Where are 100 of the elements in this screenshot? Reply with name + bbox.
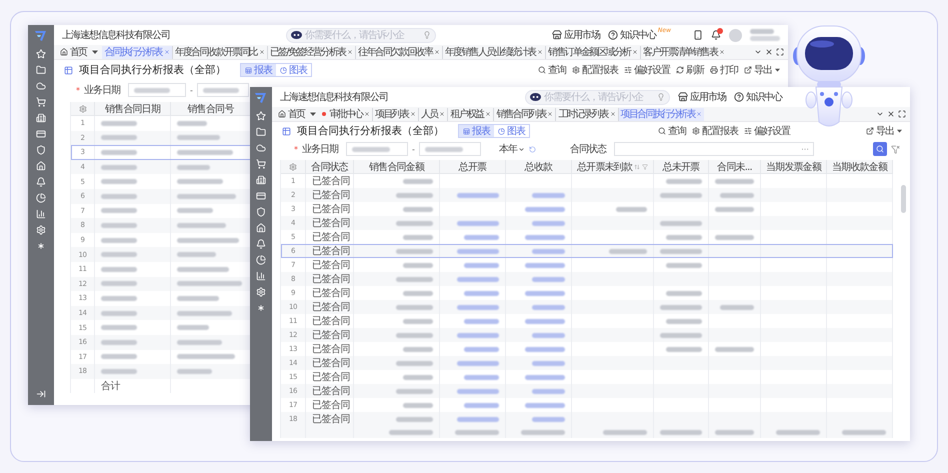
close-icon[interactable] [258, 49, 265, 55]
cloud-icon[interactable] [36, 81, 46, 91]
card-icon[interactable] [36, 129, 46, 139]
assistant-icon [290, 31, 302, 39]
date-field[interactable] [128, 83, 186, 97]
home-icon[interactable] [256, 223, 266, 233]
close-icon[interactable] [364, 111, 370, 117]
export-icon [744, 66, 752, 74]
tab[interactable]: 销售合同列表 [493, 108, 556, 120]
toolbar-button[interactable]: 偏好设置 [744, 124, 790, 138]
close-icon[interactable] [719, 49, 726, 55]
blurred-value [101, 296, 137, 301]
blurred-value [666, 290, 702, 296]
toolbar-button[interactable]: 导出 [744, 63, 780, 77]
bar-chart-icon[interactable] [256, 271, 266, 281]
blurred-value [403, 178, 433, 184]
toolbar-button[interactable]: 导出 [866, 124, 902, 138]
tab[interactable]: 已签/免签经营分析表 [266, 46, 356, 58]
blurred-value [464, 318, 499, 324]
search-button[interactable] [873, 142, 887, 156]
period-dropdown[interactable]: 本年 [498, 142, 525, 156]
chevron-down-icon[interactable] [876, 110, 884, 118]
tab[interactable]: 年度销售人员业绩统计表 [442, 46, 546, 58]
toolbar-button[interactable]: 查询 [658, 124, 686, 138]
tab[interactable]: 人员 [418, 108, 448, 120]
header-link[interactable]: 应用市场 [552, 28, 600, 42]
folder-icon[interactable] [36, 65, 46, 75]
shield-icon[interactable] [256, 207, 266, 217]
close-icon[interactable] [439, 111, 446, 117]
card-icon[interactable] [256, 191, 266, 201]
toolbar-button[interactable]: 打印 [710, 63, 738, 77]
tab[interactable]: 销售订单金额区域分析 [545, 46, 640, 58]
search-field[interactable]: 你需要什么，请告诉小企 [525, 90, 670, 104]
close-icon[interactable] [887, 110, 895, 118]
star-icon[interactable] [256, 111, 266, 121]
blurred-value [603, 430, 647, 434]
toolbar-button[interactable]: 查询 [538, 63, 566, 77]
folder-icon[interactable] [256, 127, 266, 137]
close-icon[interactable] [410, 111, 416, 117]
settings-icon[interactable] [289, 162, 297, 170]
blurred-value [720, 304, 754, 310]
bell-icon[interactable] [711, 30, 721, 40]
scrollbar[interactable] [901, 185, 906, 213]
toolbar-button[interactable]: 刷新 [676, 63, 704, 77]
asterisk-icon[interactable] [36, 241, 46, 251]
close-icon[interactable] [610, 111, 616, 117]
toolbar-button[interactable]: 偏好设置 [624, 63, 670, 77]
close-icon[interactable] [434, 49, 440, 55]
pie-chart-icon[interactable] [256, 255, 266, 265]
close-icon[interactable] [765, 48, 773, 56]
date-field[interactable] [196, 83, 249, 97]
blurred-value [525, 402, 565, 408]
caret-icon[interactable] [92, 49, 98, 55]
tab[interactable]: 租户权益 [447, 108, 494, 120]
asterisk-icon[interactable] [256, 303, 266, 313]
tab[interactable]: 项目列表 [372, 108, 418, 120]
tab[interactable]: 审批中心 [320, 108, 372, 120]
pie-chart-icon[interactable] [36, 193, 46, 203]
date-field[interactable] [346, 142, 408, 156]
alert-dot [322, 112, 326, 116]
home-icon[interactable] [36, 161, 46, 171]
collapse-icon[interactable] [36, 389, 46, 399]
tab[interactable]: 首页 [58, 46, 88, 58]
caret-icon[interactable] [310, 111, 316, 117]
fullscreen-icon[interactable] [898, 110, 906, 118]
table-icon [245, 66, 252, 74]
toolbar-button[interactable]: 配置报表 [572, 63, 618, 77]
tab[interactable]: 年度合同收款开票同比 [172, 46, 267, 58]
phone-icon[interactable] [693, 30, 703, 40]
blurred-value [750, 29, 774, 34]
shield-icon[interactable] [36, 145, 46, 155]
search-field[interactable]: 你需要什么，请告诉小企 [286, 28, 436, 42]
chevron-down-icon[interactable] [754, 48, 762, 56]
cloud-icon[interactable] [256, 143, 266, 153]
tab[interactable]: 首页 [276, 108, 306, 120]
blurred-value [457, 360, 499, 366]
blurred-value [457, 332, 499, 338]
star-icon[interactable] [36, 49, 46, 59]
toolbar-button[interactable]: 配置报表 [692, 124, 738, 138]
blurred-value [720, 192, 754, 198]
settings-icon[interactable] [78, 104, 86, 112]
close-icon[interactable] [632, 49, 638, 55]
store-icon [678, 92, 688, 102]
close-icon[interactable] [485, 111, 492, 117]
header-link[interactable]: 应用市场 [678, 90, 726, 104]
close-icon[interactable] [547, 111, 554, 117]
building-icon[interactable] [36, 113, 46, 123]
building-icon[interactable] [256, 175, 266, 185]
clear-filter-icon[interactable] [891, 144, 900, 154]
close-icon[interactable] [537, 49, 544, 55]
blurred-value [660, 220, 702, 226]
close-icon[interactable] [347, 49, 354, 55]
fullscreen-icon[interactable] [776, 48, 784, 56]
tab[interactable]: 客户开票清单销售表 [640, 46, 728, 58]
cart-icon[interactable] [256, 159, 266, 169]
tab[interactable]: 往年合同欠款回收率 [355, 46, 442, 58]
bar-chart-icon[interactable] [36, 209, 46, 219]
date-field[interactable] [418, 142, 481, 156]
cart-icon[interactable] [36, 97, 46, 107]
header-link[interactable]: 知识中心 [734, 90, 782, 104]
